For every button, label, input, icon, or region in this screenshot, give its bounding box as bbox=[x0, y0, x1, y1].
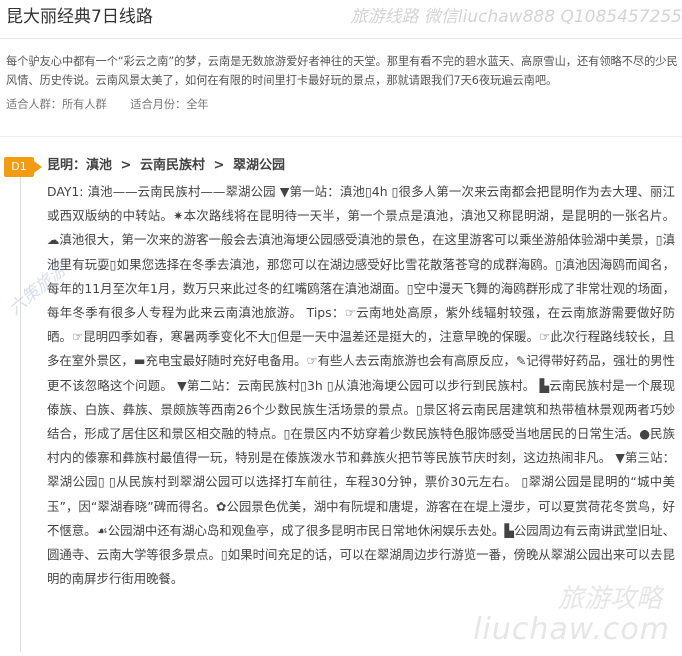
meta-month: 适合月份：全年 bbox=[130, 98, 209, 111]
route-stop-2[interactable]: 云南民族村 bbox=[140, 158, 205, 173]
route-separator: > bbox=[120, 158, 132, 173]
route-stop-1[interactable]: 昆明：滇池 bbox=[47, 158, 112, 173]
watermark-top: 旅游线路 微信liuchaw888 Q1085457255 bbox=[350, 7, 682, 27]
route-separator: > bbox=[213, 158, 225, 173]
intro-paragraph: 每个驴友心中都有一个“彩云之南”的梦，云南是无数旅游爱好者神往的天堂。那里有看不… bbox=[6, 55, 678, 87]
route-stop-3[interactable]: 翠湖公园 bbox=[233, 158, 285, 173]
bottom-watermark-1: 旅游攻略 bbox=[557, 584, 662, 614]
day-description: DAY1: 滇池——云南民族村——翠湖公园 ▼第一站：滇池▯4h ▯很多人第一次… bbox=[47, 184, 675, 587]
bottom-watermark-2: liuchaw.com bbox=[473, 612, 670, 647]
day-route: 昆明：滇池 > 云南民族村 > 翠湖公园 bbox=[47, 156, 285, 176]
title-row: 昆大丽经典7日线路 旅游线路 微信liuchaw888 Q1085457255 bbox=[6, 6, 682, 32]
title-divider bbox=[0, 38, 682, 39]
day-badge: D1 bbox=[4, 157, 42, 177]
meta-info: 适合人群：所有人群 适合月份：全年 bbox=[6, 96, 229, 114]
section-divider bbox=[0, 136, 682, 137]
meta-crowd: 适合人群：所有人群 bbox=[6, 98, 107, 111]
page-title: 昆大丽经典7日线路 bbox=[6, 7, 153, 27]
timeline-line bbox=[20, 172, 21, 652]
